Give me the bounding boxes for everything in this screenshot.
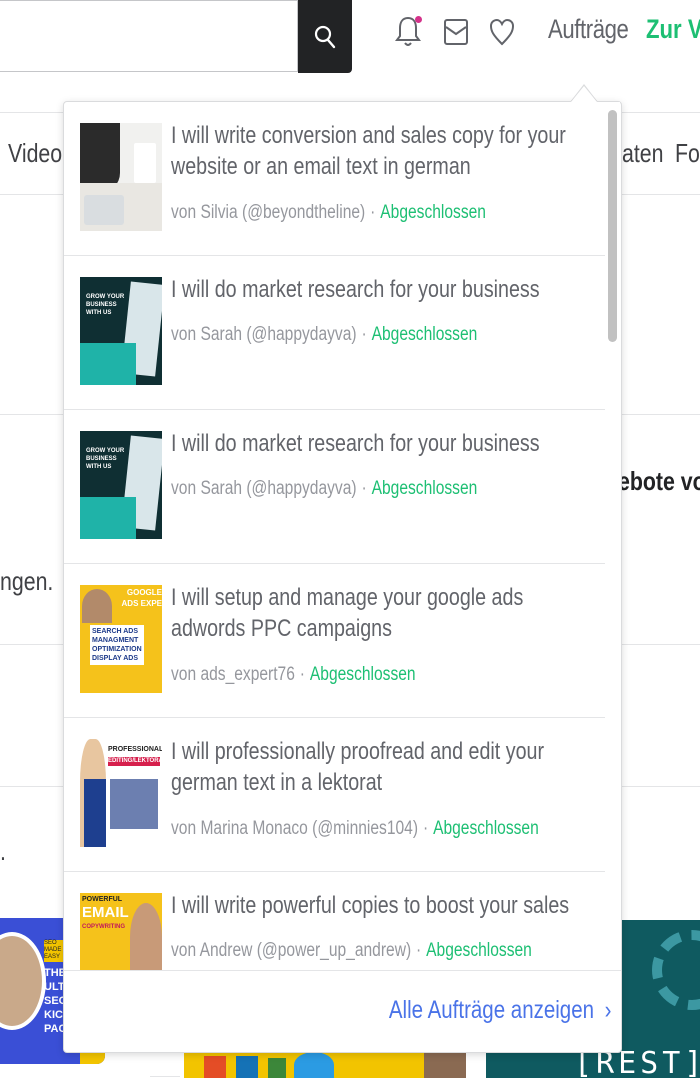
order-item[interactable]: GOOGLE ADS EXPE SEARCH ADS MANAGMENT OPT… bbox=[64, 564, 605, 718]
messages-button[interactable] bbox=[440, 14, 472, 50]
category-foto[interactable]: Fot bbox=[675, 138, 700, 169]
notifications-button[interactable] bbox=[392, 14, 424, 50]
order-status: Abgeschlossen bbox=[371, 324, 478, 345]
order-meta: von Sarah (@happydayva) · Abgeschlossen bbox=[171, 478, 477, 500]
favorites-button[interactable] bbox=[486, 14, 518, 50]
section-heading: ebote vo bbox=[618, 466, 700, 496]
order-title[interactable]: I will do market research for your busin… bbox=[171, 428, 591, 459]
node-logo bbox=[268, 1058, 286, 1078]
order-item[interactable]: POWERFUL EMAIL COPYWRITING I will write … bbox=[64, 872, 605, 970]
order-status: Abgeschlossen bbox=[309, 664, 416, 685]
search-input[interactable] bbox=[0, 0, 298, 72]
thumb-text: EDITING/LEKTORAT bbox=[108, 757, 162, 766]
order-thumbnail: GROW YOUR BUSINESS WITH US bbox=[80, 431, 162, 539]
section-text: ngen. bbox=[0, 566, 54, 596]
order-seller[interactable]: von Sarah (@happydayva) bbox=[171, 478, 357, 499]
order-meta: von Andrew (@power_up_andrew) · Abgeschlos… bbox=[171, 940, 532, 962]
thumb-text: EMAIL bbox=[82, 904, 129, 921]
separator: · bbox=[370, 202, 376, 223]
orders-link[interactable]: Aufträge bbox=[548, 14, 629, 45]
order-seller[interactable]: von Silvia (@beyondtheline) bbox=[171, 202, 365, 223]
thumb-text: POWERFUL bbox=[82, 896, 123, 903]
separator: · bbox=[416, 940, 422, 961]
order-item[interactable]: GROW YOUR BUSINESS WITH US I will do mar… bbox=[64, 410, 605, 564]
scrollbar-thumb[interactable] bbox=[608, 110, 617, 342]
separator: · bbox=[299, 664, 305, 685]
css-logo bbox=[236, 1056, 258, 1078]
heart-icon bbox=[489, 18, 515, 46]
section-dot: . bbox=[0, 836, 6, 866]
order-title[interactable]: I will write powerful copies to boost yo… bbox=[171, 890, 591, 921]
thumb-text: PROFESSIONAL bbox=[108, 746, 162, 753]
order-title[interactable]: I will write conversion and sales copy f… bbox=[171, 120, 591, 182]
order-seller[interactable]: von Sarah (@happydayva) bbox=[171, 324, 357, 345]
envelope-icon bbox=[444, 19, 468, 45]
chevron-right-icon: › bbox=[604, 996, 611, 1024]
avatar bbox=[0, 932, 46, 1030]
order-status: Abgeschlossen bbox=[433, 818, 539, 839]
notification-dot bbox=[415, 16, 422, 23]
orders-dropdown: I will write conversion and sales copy f… bbox=[63, 101, 622, 1053]
orders-list: I will write conversion and sales copy f… bbox=[64, 102, 605, 970]
order-thumbnail bbox=[80, 123, 162, 231]
thumb-text: GROW YOUR BUSINESS WITH US bbox=[86, 448, 125, 470]
search-button[interactable] bbox=[298, 0, 352, 73]
thumb-text: SEARCH ADS MANAGMENT OPTIMIZATION DISPLA… bbox=[90, 625, 144, 665]
order-seller[interactable]: von Marina Monaco (@minnies104) bbox=[171, 818, 418, 839]
order-title[interactable]: I will professionally proofread and edit… bbox=[171, 736, 591, 798]
view-all-label[interactable]: Alle Aufträge anzeigen bbox=[388, 996, 593, 1024]
person-shape bbox=[424, 1050, 466, 1078]
bottom-divider bbox=[150, 1076, 180, 1077]
mascot-shape bbox=[294, 1052, 334, 1078]
thumb-text: COPYWRITING bbox=[82, 924, 125, 930]
html-logo bbox=[204, 1056, 226, 1078]
order-meta: von Sarah (@happydayva) · Abgeschlossen bbox=[171, 324, 477, 346]
separator: · bbox=[361, 324, 367, 345]
order-thumbnail: PROFESSIONAL EDITING/LEKTORAT bbox=[80, 739, 162, 847]
order-seller[interactable]: von ads_expert76 bbox=[171, 664, 295, 685]
view-all-orders-link[interactable]: Alle Aufträge anzeigen › bbox=[388, 996, 611, 1025]
order-meta: von Marina Monaco (@minnies104) · Abgeschl… bbox=[171, 818, 539, 840]
order-thumbnail: GROW YOUR BUSINESS WITH US bbox=[80, 277, 162, 385]
order-meta: von ads_expert76 · Abgeschlossen bbox=[171, 664, 416, 686]
order-title[interactable]: I will do market research for your busin… bbox=[171, 274, 591, 305]
switch-to-selling-link[interactable]: Zur Ve bbox=[646, 14, 700, 45]
order-status: Abgeschlossen bbox=[380, 202, 486, 223]
separator: · bbox=[361, 478, 367, 499]
order-status: Abgeschlossen bbox=[426, 940, 532, 961]
thumb-text: GOOGLE ADS EXPE bbox=[121, 588, 162, 608]
search-icon bbox=[314, 25, 336, 48]
separator: · bbox=[422, 818, 429, 839]
category-daten[interactable]: aten bbox=[622, 138, 663, 169]
order-meta: von Silvia (@beyondtheline) · Abgeschlosse… bbox=[171, 202, 486, 224]
order-seller[interactable]: von Andrew (@power_up_andrew) bbox=[171, 940, 411, 961]
order-thumbnail: GOOGLE ADS EXPE SEARCH ADS MANAGMENT OPT… bbox=[80, 585, 162, 693]
order-item[interactable]: PROFESSIONAL EDITING/LEKTORAT I will pro… bbox=[64, 718, 605, 872]
order-thumbnail: POWERFUL EMAIL COPYWRITING bbox=[80, 893, 162, 970]
order-title[interactable]: I will setup and manage your google ads … bbox=[171, 582, 591, 644]
thumb-text: GROW YOUR BUSINESS WITH US bbox=[86, 294, 125, 316]
dropdown-footer-divider bbox=[64, 970, 621, 971]
dropdown-caret-fill bbox=[571, 86, 597, 102]
order-item[interactable]: GROW YOUR BUSINESS WITH US I will do mar… bbox=[64, 256, 605, 410]
order-status: Abgeschlossen bbox=[371, 478, 478, 499]
category-video[interactable]: Video bbox=[8, 138, 62, 169]
promo-card-dev[interactable] bbox=[184, 1050, 466, 1078]
gear-icon bbox=[652, 930, 700, 1010]
order-item[interactable]: I will write conversion and sales copy f… bbox=[64, 102, 605, 256]
promo-seo-tag: SEO MADE EASY bbox=[44, 940, 64, 962]
